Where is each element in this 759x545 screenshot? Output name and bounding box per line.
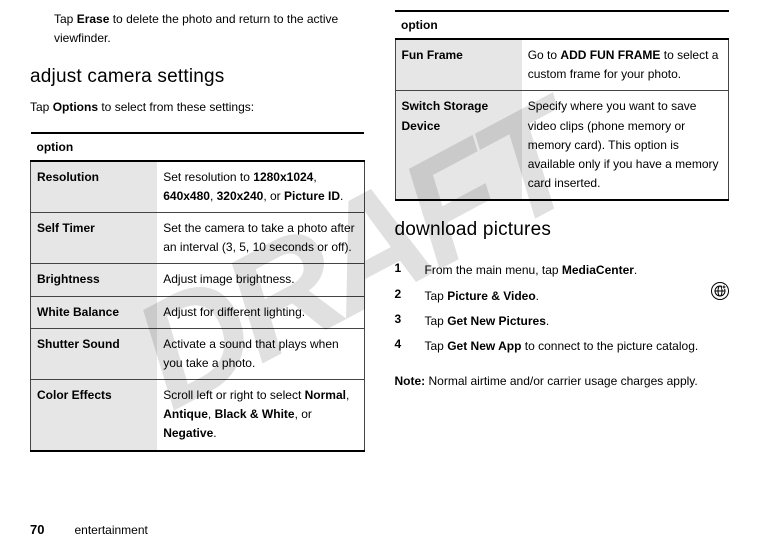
option-desc: Go to ADD FUN FRAME to select a custom f…	[522, 39, 729, 91]
text: Set resolution to	[163, 170, 253, 184]
page-number: 70	[30, 522, 44, 537]
page-footer: 70 entertainment	[30, 522, 148, 537]
text: ,	[346, 388, 349, 402]
option-desc: Set resolution to 1280x1024, 640x480, 32…	[157, 161, 364, 213]
text: .	[536, 289, 539, 303]
text: to connect to the picture catalog.	[521, 339, 698, 353]
table-row: Self Timer Set the camera to take a phot…	[31, 212, 365, 263]
step-number: 4	[395, 337, 407, 351]
section-name: entertainment	[74, 523, 147, 537]
note-label: Note:	[395, 374, 426, 388]
table-row: Resolution Set resolution to 1280x1024, …	[31, 161, 365, 213]
network-feature-icon	[711, 282, 729, 300]
resolution-opt: Picture ID	[284, 189, 340, 203]
text: ,	[313, 170, 316, 184]
text: .	[340, 189, 343, 203]
note-paragraph: Note: Normal airtime and/or carrier usag…	[395, 372, 730, 391]
get-new-app-label: Get New App	[447, 339, 521, 353]
step-text: Tap Get New Pictures.	[425, 312, 730, 331]
erase-instruction: Tap Erase to delete the photo and return…	[54, 10, 365, 48]
text: From the main menu, tap	[425, 263, 562, 277]
resolution-opt: 1280x1024	[253, 170, 313, 184]
list-item: 2 Tap Picture & Video.	[395, 287, 730, 306]
list-item: 3 Tap Get New Pictures.	[395, 312, 730, 331]
left-column: Tap Erase to delete the photo and return…	[30, 10, 365, 490]
option-label: Self Timer	[31, 212, 158, 263]
text: Scroll left or right to select	[163, 388, 304, 402]
text: Tap	[30, 100, 53, 114]
list-item: 1 From the main menu, tap MediaCenter.	[395, 261, 730, 280]
table-row: Switch Storage Device Specify where you …	[395, 91, 729, 200]
option-label: White Balance	[31, 296, 158, 328]
note-text: Normal airtime and/or carrier usage char…	[425, 374, 698, 388]
option-desc: Activate a sound that plays when you tak…	[157, 328, 364, 379]
effect-opt: Normal	[305, 388, 346, 402]
option-desc: Specify where you want to save video cli…	[522, 91, 729, 200]
picture-video-label: Picture & Video	[447, 289, 535, 303]
text: Tap	[54, 12, 77, 26]
mediacenter-label: MediaCenter	[562, 263, 634, 277]
camera-options-table: option Resolution Set resolution to 1280…	[30, 132, 365, 452]
text: , or	[263, 189, 284, 203]
effect-opt: Black & White	[215, 407, 295, 421]
step-text: Tap Picture & Video.	[425, 287, 730, 306]
text: .	[546, 314, 549, 328]
options-instruction: Tap Options to select from these setting…	[30, 98, 365, 117]
text: ,	[208, 407, 215, 421]
text: Tap	[425, 314, 448, 328]
step-number: 2	[395, 287, 407, 301]
text: Go to	[528, 48, 561, 62]
table-row: Shutter Sound Activate a sound that play…	[31, 328, 365, 379]
erase-label: Erase	[77, 12, 110, 26]
options-label: Options	[53, 100, 98, 114]
table-row: Color Effects Scroll left or right to se…	[31, 380, 365, 451]
table-row: Fun Frame Go to ADD FUN FRAME to select …	[395, 39, 729, 91]
download-steps-list: 1 From the main menu, tap MediaCenter. 2…	[395, 255, 730, 362]
step-number: 3	[395, 312, 407, 326]
text: Tap	[425, 289, 448, 303]
option-label: Shutter Sound	[31, 328, 158, 379]
option-desc: Scroll left or right to select Normal, A…	[157, 380, 364, 451]
text: Tap	[425, 339, 448, 353]
option-label: Resolution	[31, 161, 158, 213]
option-label: Brightness	[31, 264, 158, 296]
effect-opt: Negative	[163, 426, 213, 440]
step-text: From the main menu, tap MediaCenter.	[425, 261, 730, 280]
download-pictures-heading: download pictures	[395, 219, 552, 241]
resolution-opt: 640x480	[163, 189, 210, 203]
text: to select from these settings:	[98, 100, 254, 114]
option-desc: Adjust for different lighting.	[157, 296, 364, 328]
step-text: Tap Get New App to connect to the pictur…	[425, 337, 730, 356]
table-row: White Balance Adjust for different light…	[31, 296, 365, 328]
list-item: 4 Tap Get New App to connect to the pict…	[395, 337, 730, 356]
option-label: Color Effects	[31, 380, 158, 451]
text: .	[634, 263, 637, 277]
fun-frame-opt: ADD FUN FRAME	[560, 48, 660, 62]
option-desc: Adjust image brightness.	[157, 264, 364, 296]
step-number: 1	[395, 261, 407, 275]
option-label: Fun Frame	[395, 39, 522, 91]
get-new-pictures-label: Get New Pictures	[447, 314, 546, 328]
right-column: option Fun Frame Go to ADD FUN FRAME to …	[395, 10, 730, 490]
adjust-camera-settings-heading: adjust camera settings	[30, 66, 365, 88]
text: , or	[295, 407, 312, 421]
effect-opt: Antique	[163, 407, 208, 421]
option-label: Switch Storage Device	[395, 91, 522, 200]
option-column-header: option	[31, 133, 365, 161]
camera-options-table-continued: option Fun Frame Go to ADD FUN FRAME to …	[395, 10, 730, 201]
table-row: Brightness Adjust image brightness.	[31, 264, 365, 296]
text: ,	[210, 189, 217, 203]
text: .	[213, 426, 216, 440]
option-desc: Set the camera to take a photo after an …	[157, 212, 364, 263]
option-column-header: option	[395, 11, 729, 39]
resolution-opt: 320x240	[217, 189, 264, 203]
